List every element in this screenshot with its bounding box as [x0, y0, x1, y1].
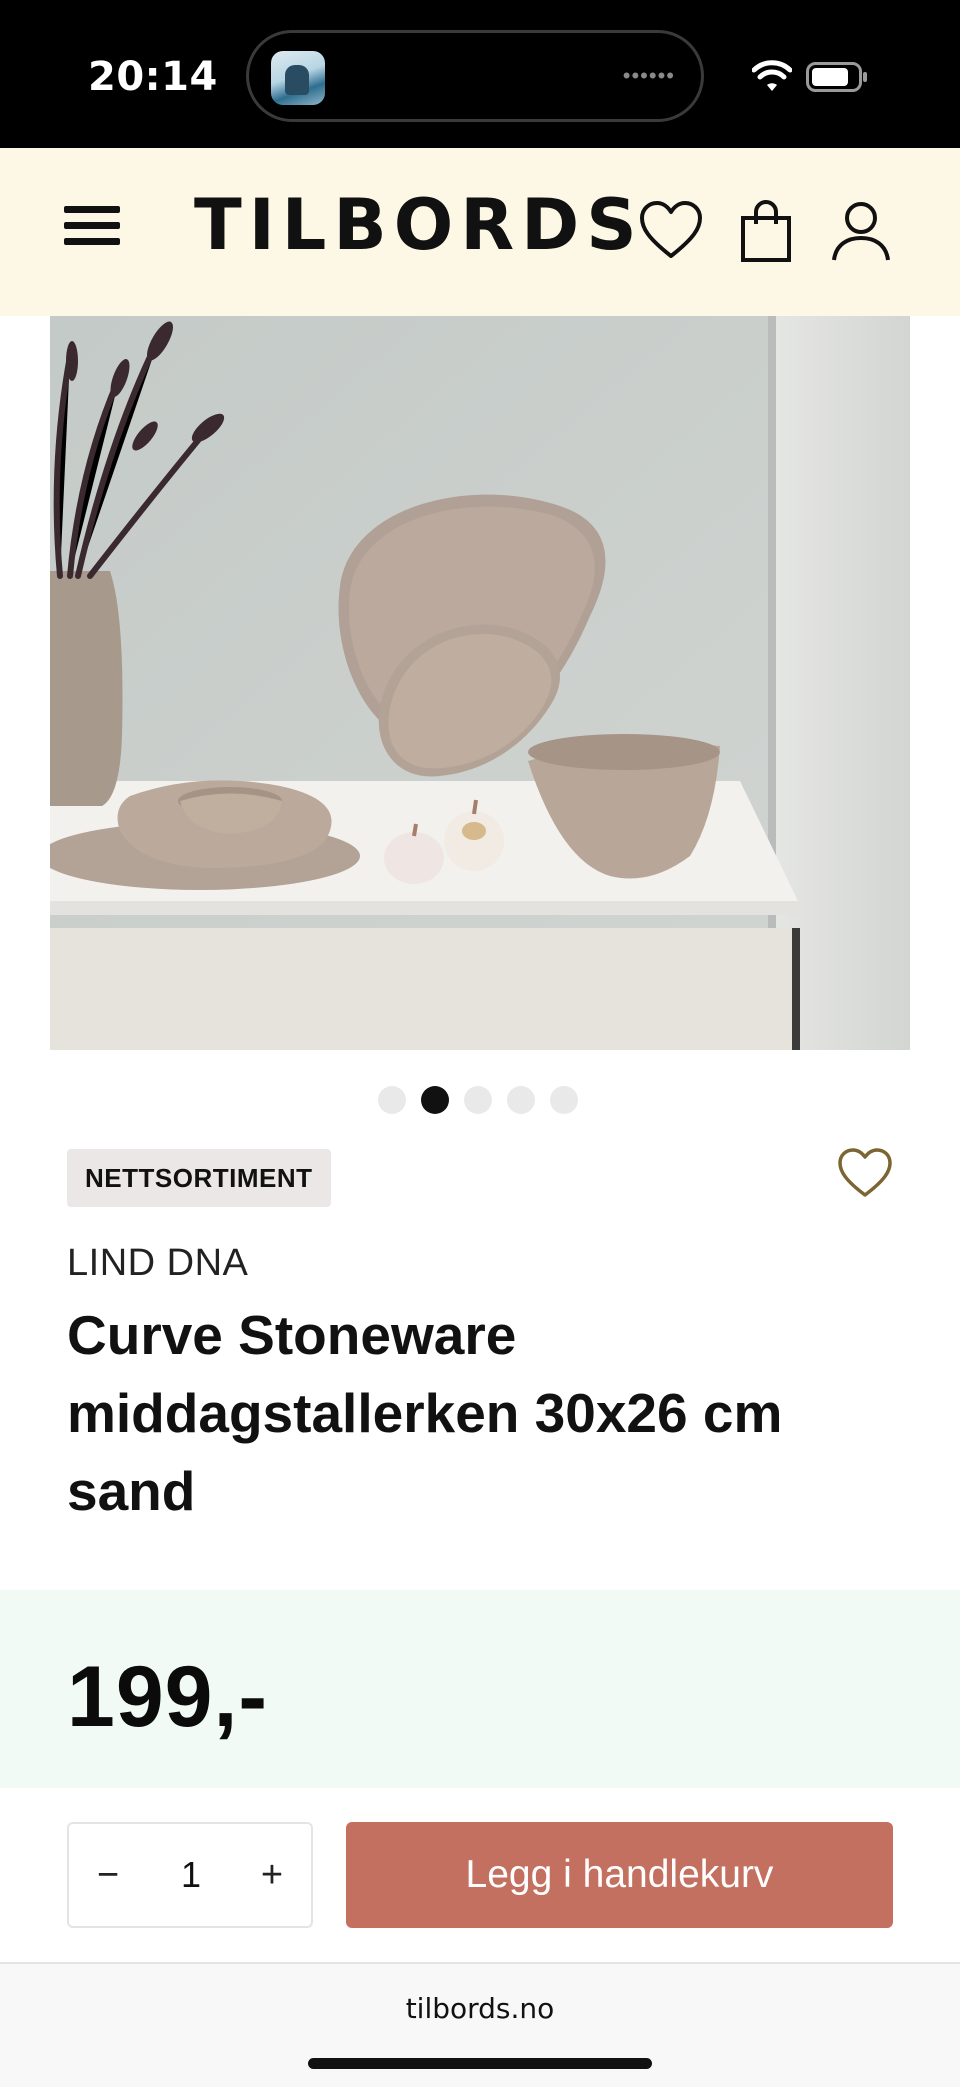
- carousel-dot[interactable]: [464, 1086, 492, 1114]
- island-dots: ••••••: [622, 63, 675, 88]
- brand-logo[interactable]: TILBORDS: [194, 190, 644, 260]
- product-brand[interactable]: LIND DNA: [67, 1242, 248, 1285]
- increase-quantity-button[interactable]: +: [237, 1824, 307, 1926]
- carousel-dot[interactable]: [507, 1086, 535, 1114]
- now-playing-thumbnail: [271, 51, 325, 105]
- browser-url-bar: tilbords.no: [0, 1962, 960, 2087]
- heart-icon[interactable]: [638, 198, 704, 264]
- url-text[interactable]: tilbords.no: [0, 1992, 960, 2025]
- wishlist-heart-icon[interactable]: [836, 1146, 894, 1200]
- product-price: 199,-: [67, 1649, 269, 1745]
- decrease-quantity-button[interactable]: −: [73, 1824, 143, 1926]
- battery-icon: [806, 62, 867, 92]
- shopping-bag-icon[interactable]: [735, 198, 801, 264]
- carousel-dot[interactable]: [550, 1086, 578, 1114]
- status-time: 20:14: [88, 54, 218, 100]
- add-to-cart-button[interactable]: Legg i handlekurv: [346, 1822, 893, 1928]
- site-header: TILBORDS: [0, 148, 960, 316]
- carousel-dot[interactable]: [378, 1086, 406, 1114]
- menu-icon[interactable]: [64, 202, 122, 250]
- wifi-icon: [752, 60, 792, 91]
- quantity-value[interactable]: 1: [149, 1824, 233, 1926]
- home-indicator[interactable]: [308, 2058, 652, 2069]
- status-bar: 20:14 ••••••: [0, 0, 960, 148]
- carousel-dots: [378, 1086, 578, 1114]
- product-title: Curve Stoneware middagstallerken 30x26 c…: [67, 1304, 783, 1522]
- dynamic-island[interactable]: ••••••: [246, 30, 704, 122]
- online-only-badge: NETTSORTIMENT: [67, 1149, 331, 1207]
- price-section: 199,-: [0, 1590, 960, 1788]
- product-photo: [50, 316, 910, 1050]
- carousel-dot-active[interactable]: [421, 1086, 449, 1114]
- product-image[interactable]: [50, 316, 910, 1050]
- user-icon[interactable]: [828, 198, 894, 264]
- quantity-stepper: − 1 +: [67, 1822, 313, 1928]
